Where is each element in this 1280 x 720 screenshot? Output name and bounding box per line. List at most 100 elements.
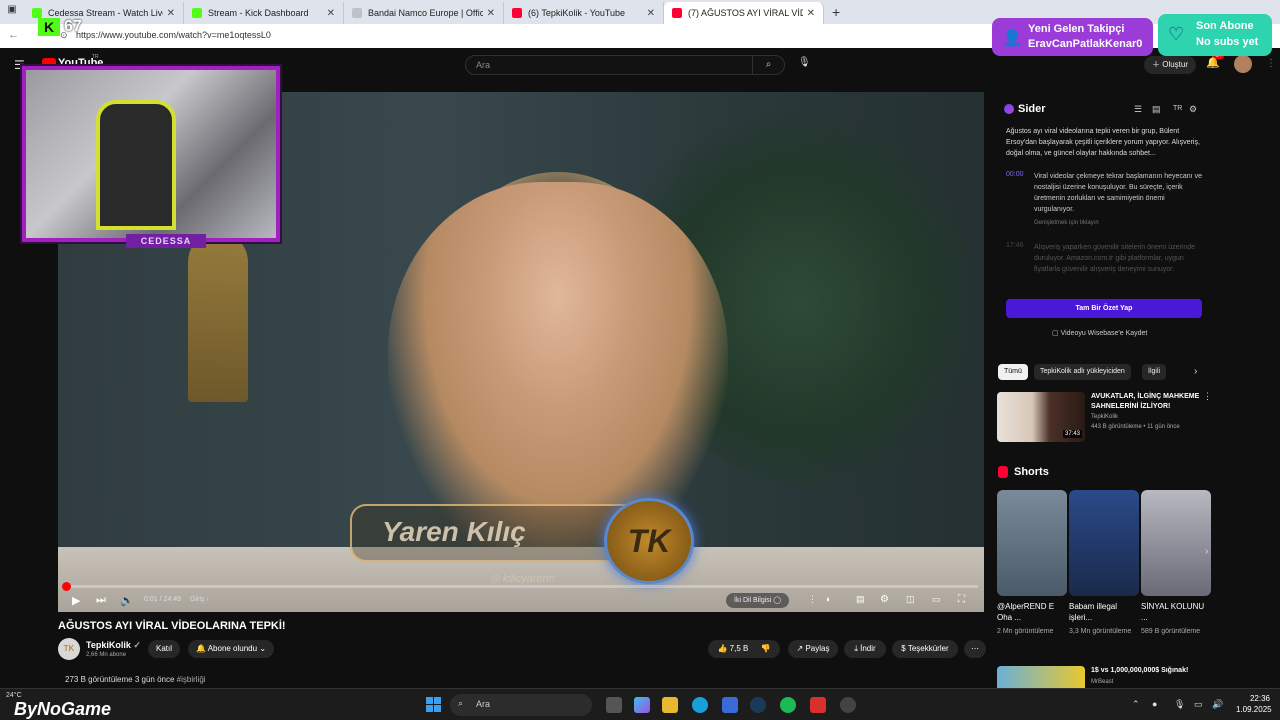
weather-widget[interactable]: 24°C [6,692,22,699]
search-input[interactable]: Ara [465,55,785,75]
progress-bar[interactable] [66,585,978,588]
theater-mode-icon[interactable]: ▭ [932,594,941,605]
copilot-icon[interactable] [634,697,650,713]
join-button[interactable]: Katıl [148,640,180,658]
full-summary-button[interactable]: Tam Bir Özet Yap [1006,299,1202,318]
short-thumbnail[interactable] [997,490,1067,596]
share-button[interactable]: ↗ Paylaş [788,640,838,658]
taskbar-search[interactable]: ⌕ Ara [450,694,592,716]
tray-app-icon[interactable]: ● [1152,699,1157,709]
autoplay-toggle-icon[interactable]: ◐ [826,594,831,604]
more-vertical-icon[interactable]: ⋮ [1266,58,1276,69]
webcam-gaming-chair [96,100,176,230]
microphone-icon[interactable]: 🎙 [798,57,811,68]
windows-taskbar: 24°C ByNoGame ⌕ Ara ⌃ ● 🎙 ▭ 🔊 22:36 1.09.2… [0,688,1280,720]
store-icon[interactable] [722,697,738,713]
youtube-favicon-icon [672,8,682,18]
streamer-webcam-overlay: CEDESSA [22,66,280,248]
chip-all[interactable]: Tümü [998,364,1028,380]
app-icon[interactable] [810,697,826,713]
browser-tab[interactable]: Stream - Kick Dashboard ✕ [184,2,344,24]
system-clock[interactable]: 22:36 1.09.2025 [1236,693,1272,715]
timestamp-link[interactable]: 00:00 [1006,171,1024,178]
chapter-button[interactable]: Giriş › [190,596,209,603]
bynogame-watermark: ByNoGame [14,699,112,719]
more-horizontal-icon: ⋯ [971,644,979,653]
more-actions-button[interactable]: ⋯ [964,640,986,658]
windows-start-icon[interactable] [426,697,442,713]
upload-age: 3 gün önce [134,675,175,684]
new-tab-icon[interactable]: + [832,4,840,20]
copy-icon[interactable]: ▤ [1152,104,1161,115]
chip-related[interactable]: İlgili [1142,364,1167,380]
subtitles-icon[interactable]: ▤ [856,594,865,605]
hashtag[interactable]: #işbirliği [177,675,206,684]
settings-gear-icon[interactable]: ⚙ [880,594,889,605]
channel-name[interactable]: TepkiKolik ✓ [86,640,141,651]
short-title[interactable]: Babam illegal işleri... [1069,601,1133,623]
short-title[interactable]: SİNYAL KOLUNU ... [1141,601,1205,623]
create-button[interactable]: ＋ Oluştur [1144,56,1196,74]
recommended-video-title[interactable]: 1$ vs 1,000,000,000$ Sığınak! [1091,667,1188,674]
save-to-wisebase-button[interactable]: ▢ Videoyu Wisebase'e Kaydet [1052,329,1147,337]
close-tab-icon[interactable]: ✕ [647,8,655,19]
recommended-channel[interactable]: TepkiKolik [1091,414,1118,420]
recommended-video-thumbnail[interactable] [997,666,1085,688]
account-avatar[interactable] [1234,55,1252,73]
shorts-heading: Shorts [1014,466,1049,478]
kick-favicon-icon [32,8,42,18]
volume-icon[interactable]: 🔈 [120,594,134,607]
window-menu-icon[interactable]: ▣ [4,4,20,20]
microphone-tray-icon[interactable]: 🎙 [1174,699,1185,710]
short-thumbnail[interactable] [1069,490,1139,596]
close-tab-icon[interactable]: ✕ [167,8,175,19]
next-icon[interactable]: ⏭ [96,594,106,607]
thanks-button[interactable]: $ Teşekkürler [892,640,958,658]
chevron-right-icon[interactable]: › [1205,546,1208,557]
volume-tray-icon[interactable]: 🔊 [1212,699,1223,710]
more-options-icon[interactable]: ⋮ [808,594,817,605]
list-icon[interactable]: ☰ [1134,104,1142,115]
dub-toggle[interactable]: İki Dil Bilgisi ◯ [726,593,790,608]
thumbs-down-icon[interactable]: 👎 [761,644,771,653]
youtube-region: TR [92,54,99,60]
file-explorer-icon[interactable] [662,697,678,713]
obs-icon[interactable] [840,697,856,713]
steam-icon[interactable] [750,697,766,713]
kick-favicon-icon [192,8,202,18]
sider-settings-icon[interactable]: ⚙ [1189,104,1197,115]
recommended-video-title[interactable]: AVUKATLAR, İLGİNÇ MAHKEME SAHNELERİNİ İZ… [1091,392,1203,412]
channel-avatar[interactable]: TK [58,638,80,660]
close-tab-icon[interactable]: ✕ [807,8,815,19]
subscribed-button[interactable]: 🔔 Abone olundu ⌄ [188,640,274,658]
browser-tab[interactable]: (6) TepkiKolik - YouTube ✕ [504,2,664,24]
tray-chevron-icon[interactable]: ⌃ [1132,699,1140,710]
browser-tab[interactable]: Bandai Namco Europe | Official S ✕ [344,2,504,24]
timestamp-link[interactable]: 17:46 [1006,242,1024,249]
close-tab-icon[interactable]: ✕ [327,8,335,19]
chevron-right-icon[interactable]: › [1194,366,1197,377]
more-vertical-icon[interactable]: ⋮ [1203,391,1212,402]
recommended-channel[interactable]: MrBeast [1091,679,1113,685]
fullscreen-icon[interactable]: ⛶ [958,594,965,605]
create-label: Oluştur [1162,60,1189,69]
network-icon[interactable]: ▭ [1194,699,1203,710]
task-view-icon[interactable] [606,697,622,713]
short-thumbnail[interactable] [1141,490,1211,596]
play-icon[interactable]: ▶ [72,594,80,607]
url-field[interactable]: https://www.youtube.com/watch?v=me1oqtes… [76,30,271,40]
sider-language[interactable]: TR [1173,105,1182,112]
back-icon[interactable]: ← [8,29,19,41]
search-icon: ⌕ [765,59,772,70]
expand-link[interactable]: Genişletmek için tıklayın [1034,220,1099,226]
like-button[interactable]: 👍 7,5 B [717,644,748,653]
download-button[interactable]: ⤓ İndir [844,640,886,658]
chip-from-uploader[interactable]: TepkiKolik adlı yükleyiciden [1034,364,1131,380]
edge-browser-icon[interactable] [692,697,708,713]
browser-tab-active[interactable]: (7) AĞUSTOS AYI VİRAL VİDEOLAR ✕ [664,2,824,24]
search-button[interactable]: ⌕ [752,56,784,74]
short-title[interactable]: @AlperREND E Oha ... [997,601,1061,623]
miniplayer-icon[interactable]: ◫ [906,594,915,605]
spotify-icon[interactable] [780,697,796,713]
close-tab-icon[interactable]: ✕ [487,8,495,19]
